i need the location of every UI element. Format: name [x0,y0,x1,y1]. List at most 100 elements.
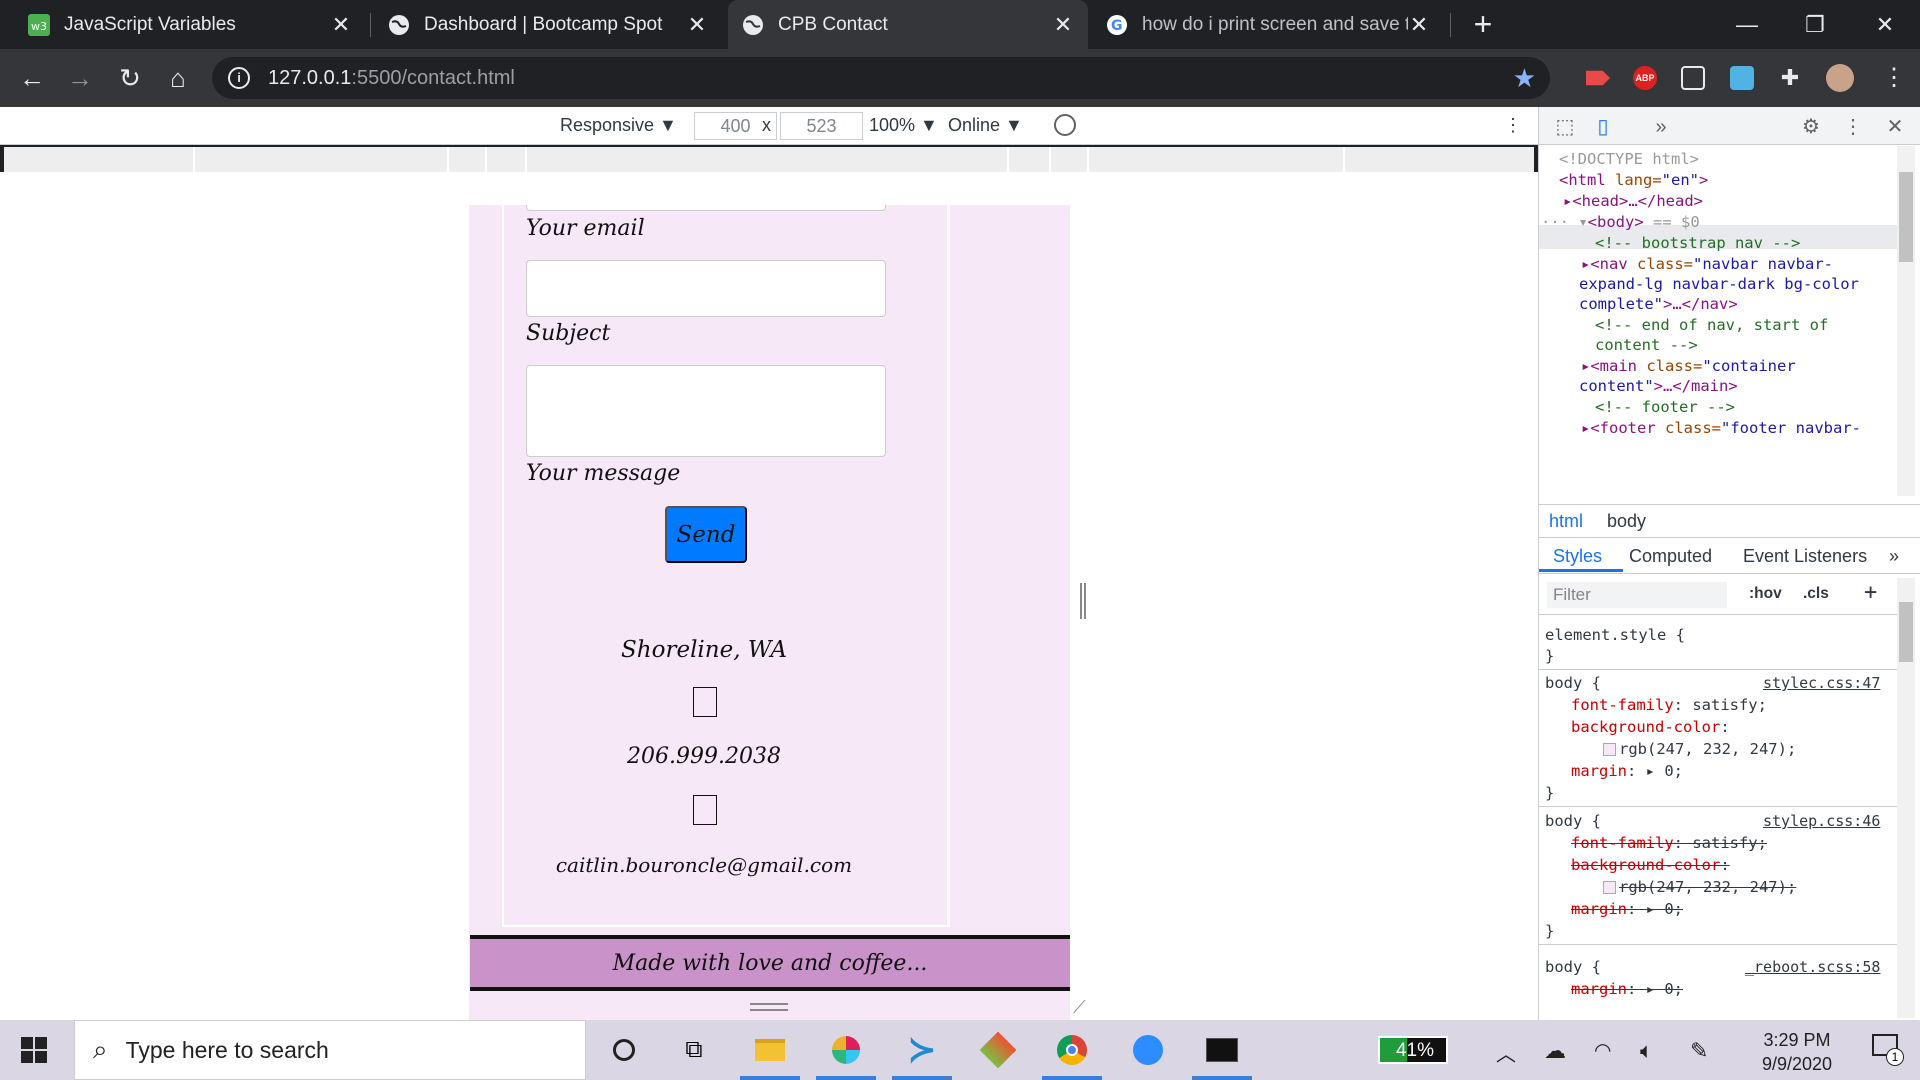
close-tab-icon[interactable]: ✕ [1408,12,1430,38]
body-rule-selector[interactable]: body { [1545,958,1601,976]
cls-toggle[interactable]: .cls [1803,585,1829,603]
elements-scrollbar[interactable] [1897,146,1915,496]
color-swatch[interactable] [1603,743,1616,756]
tab-computed[interactable]: Computed [1629,546,1712,567]
chrome-menu-icon[interactable]: ⋮ [1876,60,1912,96]
zoom-icon[interactable] [1124,1026,1172,1074]
more-panels-icon[interactable]: » [1649,115,1673,139]
device-mode-select[interactable]: Responsive ▼ [560,115,677,136]
css-declaration[interactable]: font-family: satisfy; [1571,696,1767,714]
doctype-node[interactable]: <!DOCTYPE html> [1559,150,1699,168]
comment-node[interactable]: <!-- end of nav, start of [1595,316,1828,334]
overridden-declaration[interactable]: margin: ▸ 0; [1571,900,1683,918]
viewport-corner-resize-icon[interactable]: ⟋ [1073,997,1091,1017]
overridden-declaration[interactable]: margin: ▸ 0; [1571,980,1683,998]
hov-toggle[interactable]: :hov [1749,585,1782,603]
email-field[interactable] [526,260,886,317]
taskbar-search[interactable]: ⌕ Type here to search [74,1020,586,1080]
stylesheet-link[interactable]: stylec.css:47 [1763,674,1880,692]
onedrive-cloud-icon[interactable]: ☁ [1544,1038,1566,1064]
screencast-extension-icon[interactable] [1586,70,1610,86]
stylesheet-link[interactable]: stylep.css:46 [1763,812,1880,830]
viewport-height-input[interactable]: 523 [780,112,863,140]
wifi-icon[interactable]: ◠ [1594,1038,1611,1063]
back-arrow-icon[interactable]: ← [14,60,50,96]
breadcrumb-html[interactable]: html [1549,511,1583,532]
site-info-icon[interactable]: i [228,67,250,89]
home-icon[interactable]: ⌂ [160,60,196,96]
adblock-plus-icon[interactable]: ABP [1633,66,1657,90]
subject-field[interactable] [526,365,886,457]
tab-styles[interactable]: Styles [1553,546,1602,567]
element-style-selector[interactable]: element.style { [1545,626,1685,644]
volume-icon[interactable]: 🔈︎ [1640,1038,1653,1064]
vscode-icon[interactable]: ≻ [898,1026,946,1074]
address-bar[interactable]: i 127.0.0.1 :5500/contact.html ★ [212,57,1550,99]
action-center-icon[interactable]: 1 [1872,1034,1904,1066]
device-toggle-icon[interactable]: ▯ [1591,115,1615,139]
settings-gear-icon[interactable]: ⚙ [1799,115,1823,139]
main-node[interactable]: ▸<main class="container [1581,357,1796,375]
tab-cpb-contact[interactable]: CPB Contact ✕ [728,0,1088,49]
device-toolbar-more-icon[interactable]: ⋮ [1504,115,1522,136]
lightbulb-extension-icon[interactable] [1681,66,1705,90]
tab-javascript-variables[interactable]: w3 JavaScript Variables ✕ [14,0,366,49]
tab-google-search[interactable]: G how do i print screen and save to ✕ [1092,0,1444,49]
reload-icon[interactable]: ↻ [112,60,148,96]
file-explorer-icon[interactable] [746,1026,794,1074]
pen-icon[interactable]: ✎ [1690,1038,1708,1064]
cloud-extension-icon[interactable] [1730,66,1754,90]
gitkraken-icon[interactable] [974,1026,1022,1074]
new-rule-icon[interactable]: + [1864,580,1877,605]
forward-arrow-icon[interactable]: → [62,60,98,96]
close-window-button[interactable]: ✕ [1852,0,1918,49]
bookmark-star-icon[interactable]: ★ [1513,63,1536,94]
more-tabs-icon[interactable]: » [1889,546,1899,567]
close-tab-icon[interactable]: ✕ [330,12,352,38]
tab-event-listeners[interactable]: Event Listeners [1743,546,1867,567]
body-node[interactable]: ··· ▾<body> == $0 [1541,213,1700,231]
chrome-icon[interactable] [1048,1026,1096,1074]
puzzle-extensions-icon[interactable]: ✚ [1778,66,1802,90]
send-button[interactable]: Send [665,506,747,563]
windows-start-icon[interactable] [10,1026,58,1074]
minimize-button[interactable]: — [1714,0,1780,49]
viewport-width-resize-handle[interactable] [1080,583,1086,619]
devtools-menu-icon[interactable]: ⋮ [1841,115,1865,139]
clock[interactable]: 3:29 PM 9/9/2020 [1732,1028,1862,1076]
comment-node[interactable]: <!-- footer --> [1595,398,1735,416]
footer-node[interactable]: ▸<footer class="footer navbar- [1581,419,1861,437]
styles-scrollbar[interactable] [1897,578,1915,1018]
task-view-icon[interactable]: ⧉ [670,1026,718,1074]
body-rule-selector[interactable]: body { [1545,812,1601,830]
show-hidden-icons-icon[interactable]: ︿ [1496,1038,1516,1067]
close-tab-icon[interactable]: ✕ [1052,12,1074,38]
close-tab-icon[interactable]: ✕ [686,12,708,38]
rotate-icon[interactable] [1054,114,1076,136]
restore-button[interactable]: ❐ [1782,0,1848,49]
overridden-declaration[interactable]: background-color: [1571,856,1730,874]
head-node[interactable]: ▸<head>…</head> [1563,192,1703,210]
battery-indicator[interactable]: 41% [1378,1036,1448,1064]
nav-node[interactable]: ▸<nav class="navbar navbar- [1581,255,1833,273]
email-link[interactable]: caitlin.bouroncle@gmail.com [469,853,939,877]
profile-avatar[interactable] [1826,64,1854,92]
network-throttle-select[interactable]: Online ▼ [948,115,1023,136]
body-rule-selector[interactable]: body { [1545,674,1601,692]
slack-icon[interactable] [822,1026,870,1074]
color-swatch[interactable] [1603,881,1616,894]
breadcrumb-body[interactable]: body [1607,511,1646,532]
new-tab-button[interactable]: + [1465,6,1501,42]
viewport-height-resize-handle[interactable] [750,1003,788,1011]
terminal-icon[interactable] [1198,1026,1246,1074]
inspect-element-icon[interactable]: ⬚ [1553,115,1577,139]
overridden-declaration[interactable]: font-family: satisfy; [1571,834,1767,852]
stylesheet-link[interactable]: _reboot.scss:58 [1745,958,1880,976]
name-input[interactable] [526,205,886,211]
css-declaration[interactable]: background-color: [1571,718,1730,736]
zoom-select[interactable]: 100% ▼ [869,115,938,136]
html-node[interactable]: <html lang="en"> [1559,171,1708,189]
comment-node[interactable]: <!-- bootstrap nav --> [1595,234,1800,252]
styles-filter-input[interactable]: Filter [1547,582,1727,608]
close-devtools-icon[interactable]: ✕ [1883,115,1907,139]
